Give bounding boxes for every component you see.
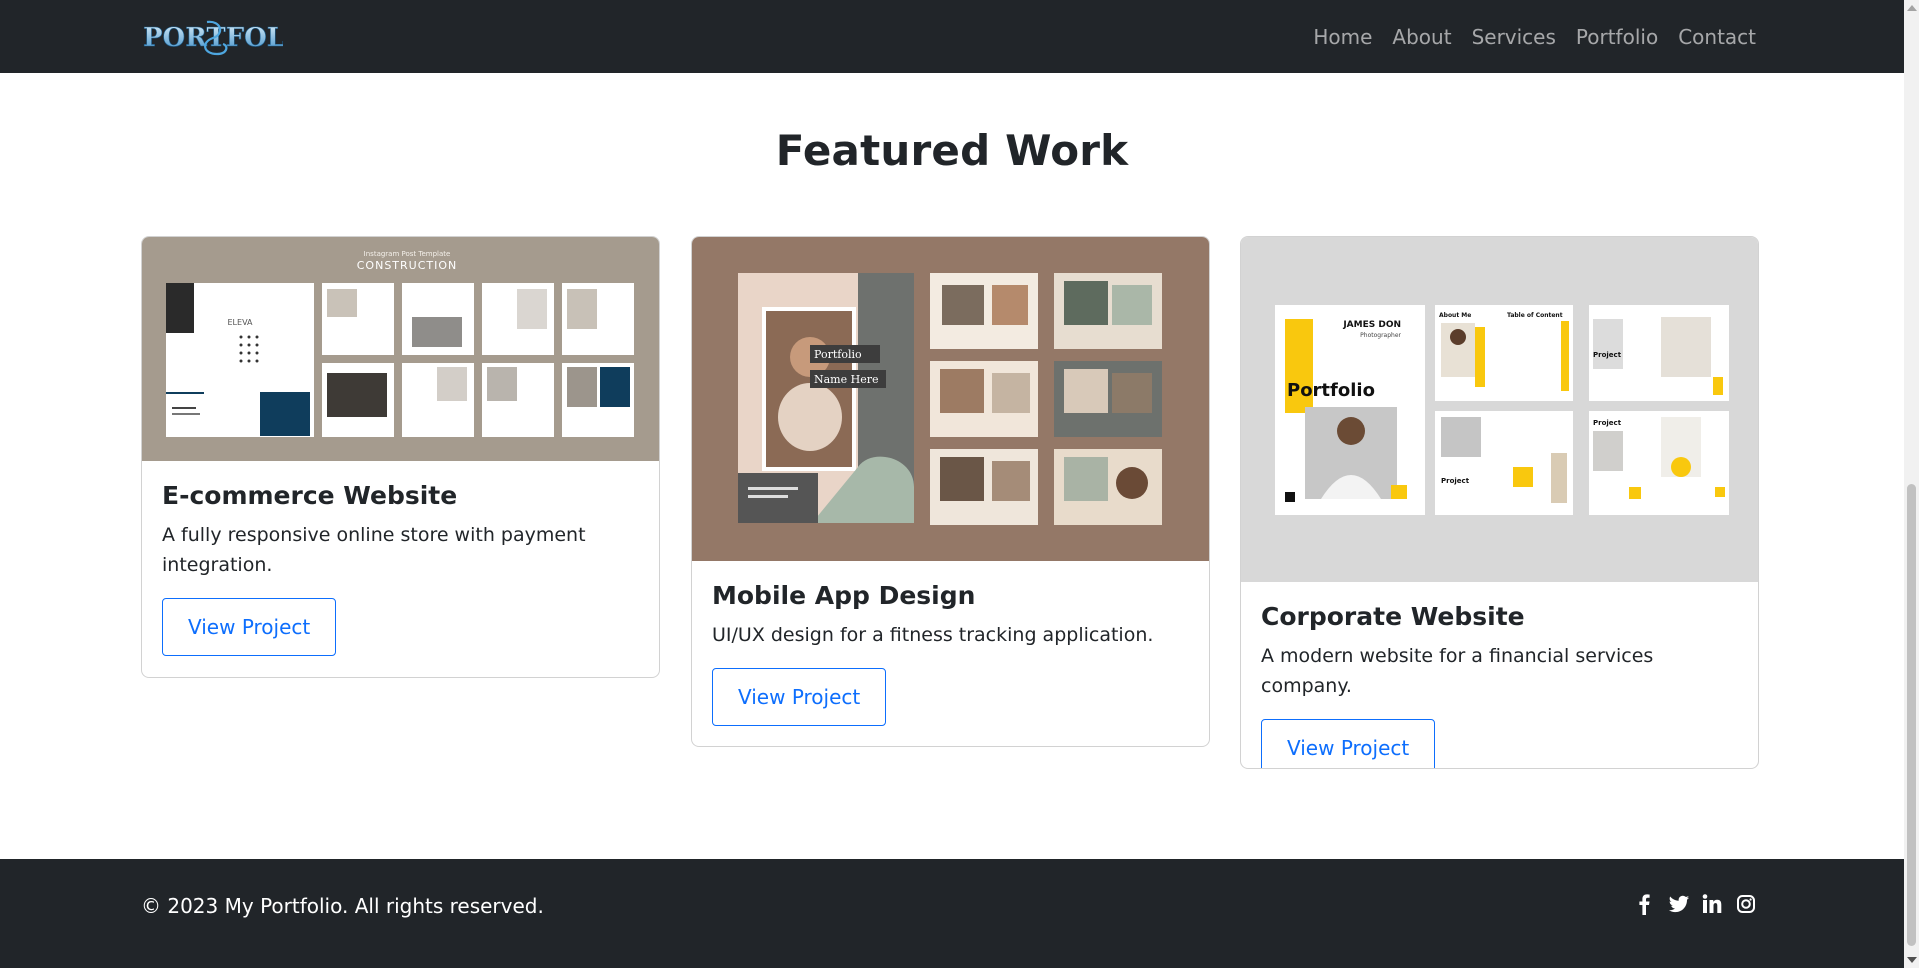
card-body: Corporate Website A modern website for a…	[1241, 582, 1758, 768]
view-project-button[interactable]: View Project	[162, 598, 337, 656]
view-project-button[interactable]: View Project	[712, 668, 887, 726]
project-description: A modern website for a financial service…	[1261, 645, 1654, 697]
svg-text:ELEVA: ELEVA	[228, 318, 254, 327]
main-nav: Home About Services Portfolio Contact	[1313, 0, 1756, 73]
nav-link-about[interactable]: About	[1392, 25, 1451, 49]
view-project-button[interactable]: View Project	[1261, 719, 1436, 768]
nav-link-services[interactable]: Services	[1472, 25, 1556, 49]
svg-text:Portfolio: Portfolio	[1287, 380, 1375, 401]
project-card-corporate: JAMES DON Photographer Portfolio About M…	[1240, 236, 1759, 769]
project-description: A fully responsive online store with pay…	[162, 524, 586, 576]
social-links	[1634, 893, 1756, 915]
twitter-icon[interactable]	[1668, 893, 1690, 915]
svg-text:JAMES DON: JAMES DON	[1342, 320, 1401, 330]
instagram-icon[interactable]	[1736, 893, 1756, 915]
nav-link-contact[interactable]: Contact	[1678, 25, 1756, 49]
project-title: Corporate Website	[1261, 602, 1525, 631]
svg-text:Table of Content: Table of Content	[1507, 312, 1563, 319]
svg-text:Portfolio: Portfolio	[814, 348, 862, 361]
nav-link-portfolio[interactable]: Portfolio	[1576, 25, 1658, 49]
project-title: E-commerce Website	[162, 481, 458, 510]
project-image-mobile-app: Portfolio Name Here	[692, 237, 1209, 561]
svg-text:Project: Project	[1441, 477, 1470, 485]
project-card-ecommerce: Instagram Post Template CONSTRUCTION ELE…	[141, 236, 660, 678]
facebook-icon[interactable]	[1634, 893, 1654, 915]
nav-link-home[interactable]: Home	[1313, 25, 1372, 49]
copyright-text: © 2023 My Portfolio. All rights reserved…	[141, 894, 544, 918]
scroll-down-arrow-icon[interactable]	[1907, 957, 1917, 963]
portfolio-logo-icon: PORTFOLIO	[143, 20, 283, 56]
card-body: Mobile App Design UI/UX design for a fit…	[692, 561, 1209, 746]
svg-text:Project: Project	[1593, 351, 1622, 359]
project-image-ecommerce: Instagram Post Template CONSTRUCTION ELE…	[142, 237, 659, 461]
project-title: Mobile App Design	[712, 581, 976, 610]
page-scrollbar[interactable]	[1904, 0, 1919, 968]
scrollbar-thumb[interactable]	[1907, 484, 1916, 946]
linkedin-icon[interactable]	[1702, 893, 1722, 915]
svg-text:Name Here: Name Here	[814, 373, 879, 386]
svg-text:Instagram Post Template: Instagram Post Template	[364, 250, 451, 258]
section-title: Featured Work	[775, 126, 1129, 175]
project-description: UI/UX design for a fitness tracking appl…	[712, 624, 1154, 646]
svg-text:CONSTRUCTION: CONSTRUCTION	[357, 259, 458, 272]
project-card-mobile-app: Portfolio Name Here Mobile App Design UI…	[691, 236, 1210, 747]
svg-text:About Me: About Me	[1439, 312, 1471, 319]
site-footer: © 2023 My Portfolio. All rights reserved…	[0, 859, 1904, 968]
card-body: E-commerce Website A fully responsive on…	[142, 461, 659, 676]
svg-text:Photographer: Photographer	[1360, 332, 1401, 339]
top-navbar: PORTFOLIO Home About Services Portfolio …	[0, 0, 1904, 73]
scroll-up-arrow-icon[interactable]	[1907, 5, 1917, 11]
project-image-corporate: JAMES DON Photographer Portfolio About M…	[1241, 237, 1758, 582]
brand-logo[interactable]: PORTFOLIO	[141, 16, 283, 58]
svg-text:Project: Project	[1593, 419, 1622, 427]
